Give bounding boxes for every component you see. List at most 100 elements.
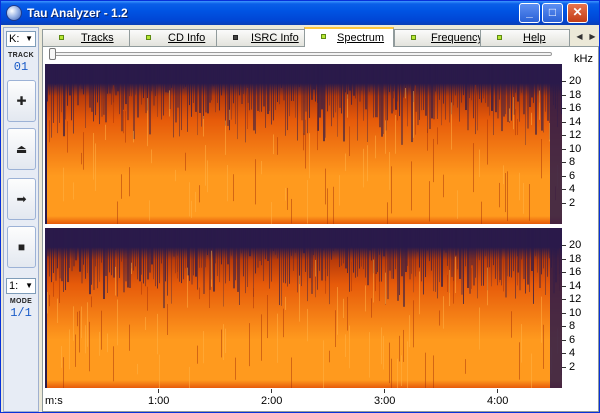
freq-tick-label: 18: [569, 88, 582, 101]
time-tick: [384, 389, 385, 393]
mode-label: MODE: [9, 298, 33, 305]
add-button[interactable]: ✚: [7, 80, 36, 122]
freq-tick-label: 12: [569, 293, 582, 305]
time-tick: [271, 389, 272, 393]
freq-tick: [562, 245, 566, 246]
status-led-icon: [411, 35, 416, 40]
spectrogram-canvas: [45, 228, 562, 388]
freq-tick-label: 16: [569, 266, 582, 278]
freq-tick-label: 14: [569, 279, 582, 292]
freq-axis-left: 20 18 16 14 12 10 8 6 4 2: [562, 64, 598, 224]
freq-tick: [562, 148, 566, 150]
stop-button[interactable]: ■: [7, 226, 36, 268]
freq-tick-label: 2: [569, 196, 576, 209]
minimize-button[interactable]: _: [519, 3, 540, 23]
freq-tick-label: 4: [569, 347, 576, 359]
drive-select[interactable]: K: ▼: [6, 31, 36, 47]
freq-tick-label: 2: [569, 360, 576, 373]
time-unit-label: m:s: [45, 395, 63, 407]
title-bar[interactable]: Tau Analyzer - 1.2 _ □ ✕: [1, 1, 599, 25]
freq-tick: [562, 272, 566, 273]
freq-tick-label: 8: [569, 320, 576, 332]
time-tick: [158, 389, 159, 393]
freq-tick-label: 12: [569, 129, 582, 141]
tab-label: ISRC Info: [251, 32, 299, 44]
mode-value: 1/1: [10, 306, 32, 320]
freq-tick: [562, 108, 566, 109]
time-tick-label: 2:00: [261, 395, 283, 407]
freq-tick: [562, 312, 566, 314]
status-led-icon: [59, 35, 64, 40]
freq-tick: [562, 189, 566, 190]
chevron-down-icon: ▼: [25, 281, 33, 290]
freq-tick-label: 6: [569, 333, 576, 346]
minimize-icon: _: [526, 5, 533, 19]
time-tick-label: 3:00: [374, 395, 396, 407]
time-tick-label: 4:00: [487, 395, 509, 407]
maximize-button[interactable]: □: [542, 3, 563, 23]
time-tick-label: 1:00: [148, 395, 170, 407]
freq-tick: [562, 135, 566, 136]
tab-spectrum[interactable]: Spectrum: [304, 27, 394, 47]
eject-button[interactable]: ⏏: [7, 128, 36, 170]
tab-tracks[interactable]: Tracks: [42, 29, 137, 46]
tab-scroll-right-icon[interactable]: ▶: [586, 30, 599, 43]
freq-tick: [562, 326, 566, 327]
freq-tick-label: 4: [569, 183, 576, 195]
stop-icon: ■: [17, 240, 26, 254]
freq-tick: [562, 258, 566, 260]
app-window: Tau Analyzer - 1.2 _ □ ✕ K: ▼ TRACK 01 ✚…: [0, 0, 600, 413]
tab-scroll-left-icon[interactable]: ◀: [573, 30, 586, 43]
freq-tick: [562, 175, 566, 177]
track-label: TRACK: [8, 52, 34, 59]
freq-tick-label: 18: [569, 252, 582, 265]
status-led-icon: [497, 35, 502, 40]
tab-label: Frequency: [431, 32, 483, 44]
freq-tick: [562, 285, 566, 287]
drive-value: K:: [9, 33, 20, 45]
freq-tick-label: 8: [569, 156, 576, 168]
tab-label: Spectrum: [337, 32, 385, 44]
chevron-down-icon: ▼: [25, 34, 33, 43]
tab-label: Tracks: [81, 32, 114, 44]
tab-bar: Tracks CD Info ISRC Info Spectrum Freque…: [42, 27, 570, 47]
freq-tick: [562, 81, 566, 82]
app-icon: [6, 5, 22, 21]
eject-icon: ⏏: [15, 142, 28, 156]
freq-tick-label: 20: [569, 239, 582, 251]
position-slider[interactable]: [49, 48, 552, 60]
spectrogram-right: [45, 228, 562, 388]
freq-tick: [562, 94, 566, 96]
arrow-right-icon: ➡: [16, 192, 27, 206]
maximize-icon: □: [548, 5, 557, 19]
spectrum-panel: kHz 20 18 16 14 12 10 8 6 4 2 20 18 16 14 12 10 8 6 4 2 m:…: [42, 46, 599, 412]
mode-select[interactable]: 1: ▼: [6, 278, 36, 294]
freq-tick: [562, 353, 566, 354]
slider-thumb[interactable]: [49, 48, 56, 60]
freq-tick-label: 10: [569, 306, 582, 319]
freq-axis-right: 20 18 16 14 12 10 8 6 4 2: [562, 228, 598, 388]
window-title: Tau Analyzer - 1.2: [27, 6, 128, 20]
freq-tick: [562, 339, 566, 341]
spectrogram-canvas: [45, 64, 562, 224]
freq-tick-label: 20: [569, 75, 582, 87]
status-led-icon: [321, 34, 326, 39]
freq-tick: [562, 202, 566, 204]
forward-button[interactable]: ➡: [7, 178, 36, 220]
tab-frequency[interactable]: Frequency: [394, 29, 484, 46]
tab-cd-info[interactable]: CD Info: [129, 29, 224, 46]
status-led-icon: [146, 35, 151, 40]
spectrogram-left: [45, 64, 562, 224]
tab-isrc-info[interactable]: ISRC Info: [216, 29, 306, 46]
tab-label: CD Info: [168, 32, 206, 44]
freq-tick-label: 16: [569, 102, 582, 114]
freq-tick-label: 6: [569, 169, 576, 182]
track-number: 01: [13, 60, 29, 74]
freq-tick: [562, 366, 566, 368]
tab-label: Help: [523, 32, 546, 44]
close-button[interactable]: ✕: [567, 3, 588, 23]
time-tick: [497, 389, 498, 393]
freq-tick: [562, 162, 566, 163]
freq-tick-label: 10: [569, 142, 582, 155]
tab-help[interactable]: Help: [480, 29, 570, 46]
